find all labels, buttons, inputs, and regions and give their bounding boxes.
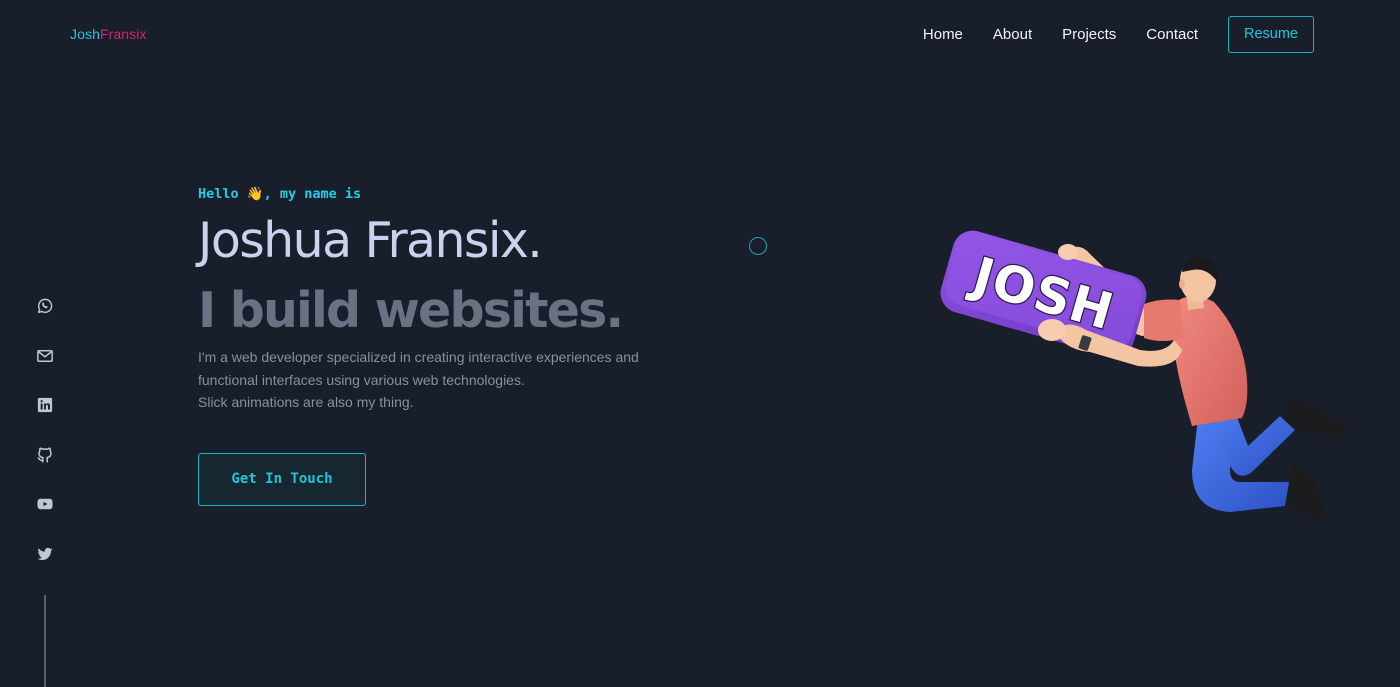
greeting-hello: Hello [198,186,239,202]
hero-tagline: I build websites. [198,282,624,339]
josh-sign: JOSH [940,230,1147,358]
hero-section: Hello 👋, my name is Joshua Fransix. I bu… [198,186,718,414]
get-in-touch-button[interactable]: Get In Touch [198,453,366,506]
hero-illustration: JOSH [930,220,1360,530]
nav-links: Home About Projects Contact Resume [923,15,1314,53]
character-sleeve [1144,299,1184,341]
description-line: I'm a web developer specialized in creat… [198,349,639,365]
email-icon[interactable] [36,347,54,365]
nav-link-about[interactable]: About [993,26,1032,43]
twitter-icon[interactable] [36,545,54,563]
github-icon[interactable] [36,446,54,464]
nav-link-contact[interactable]: Contact [1146,26,1198,43]
hero-greeting: Hello 👋, my name is [198,186,718,208]
site-logo[interactable]: JoshFransix [70,26,147,42]
nav-link-projects[interactable]: Projects [1062,26,1116,43]
character-shirt [1174,296,1248,426]
floating-character-illustration: JOSH [940,230,1350,521]
logo-second-part: Fransix [99,26,147,42]
description-line: functional interfaces using various web … [198,371,525,388]
logo-first-part: Josh [70,26,100,42]
character-hand-top [1058,244,1078,260]
character-ear [1179,279,1185,289]
hero-description: I'm a web developer specialized in creat… [198,346,678,414]
youtube-icon[interactable] [36,495,54,513]
hero-name: Joshua Fransix. [198,212,543,269]
description-line: Slick animations are also my thing. [198,394,414,410]
social-sidebar [36,297,56,594]
linkedin-icon[interactable] [36,396,54,414]
waving-hand-icon: 👋 [246,186,264,202]
nav-link-home[interactable]: Home [923,26,963,43]
social-divider-line [44,595,46,687]
character-shoe-bottom [1285,464,1328,521]
top-navbar: JoshFransix Home About Projects Contact … [0,0,1400,68]
greeting-rest: , my name is [263,186,362,202]
character-hand [1038,319,1066,341]
resume-button[interactable]: Resume [1228,15,1314,53]
cursor-ring [749,237,767,255]
whatsapp-icon[interactable] [36,297,54,315]
